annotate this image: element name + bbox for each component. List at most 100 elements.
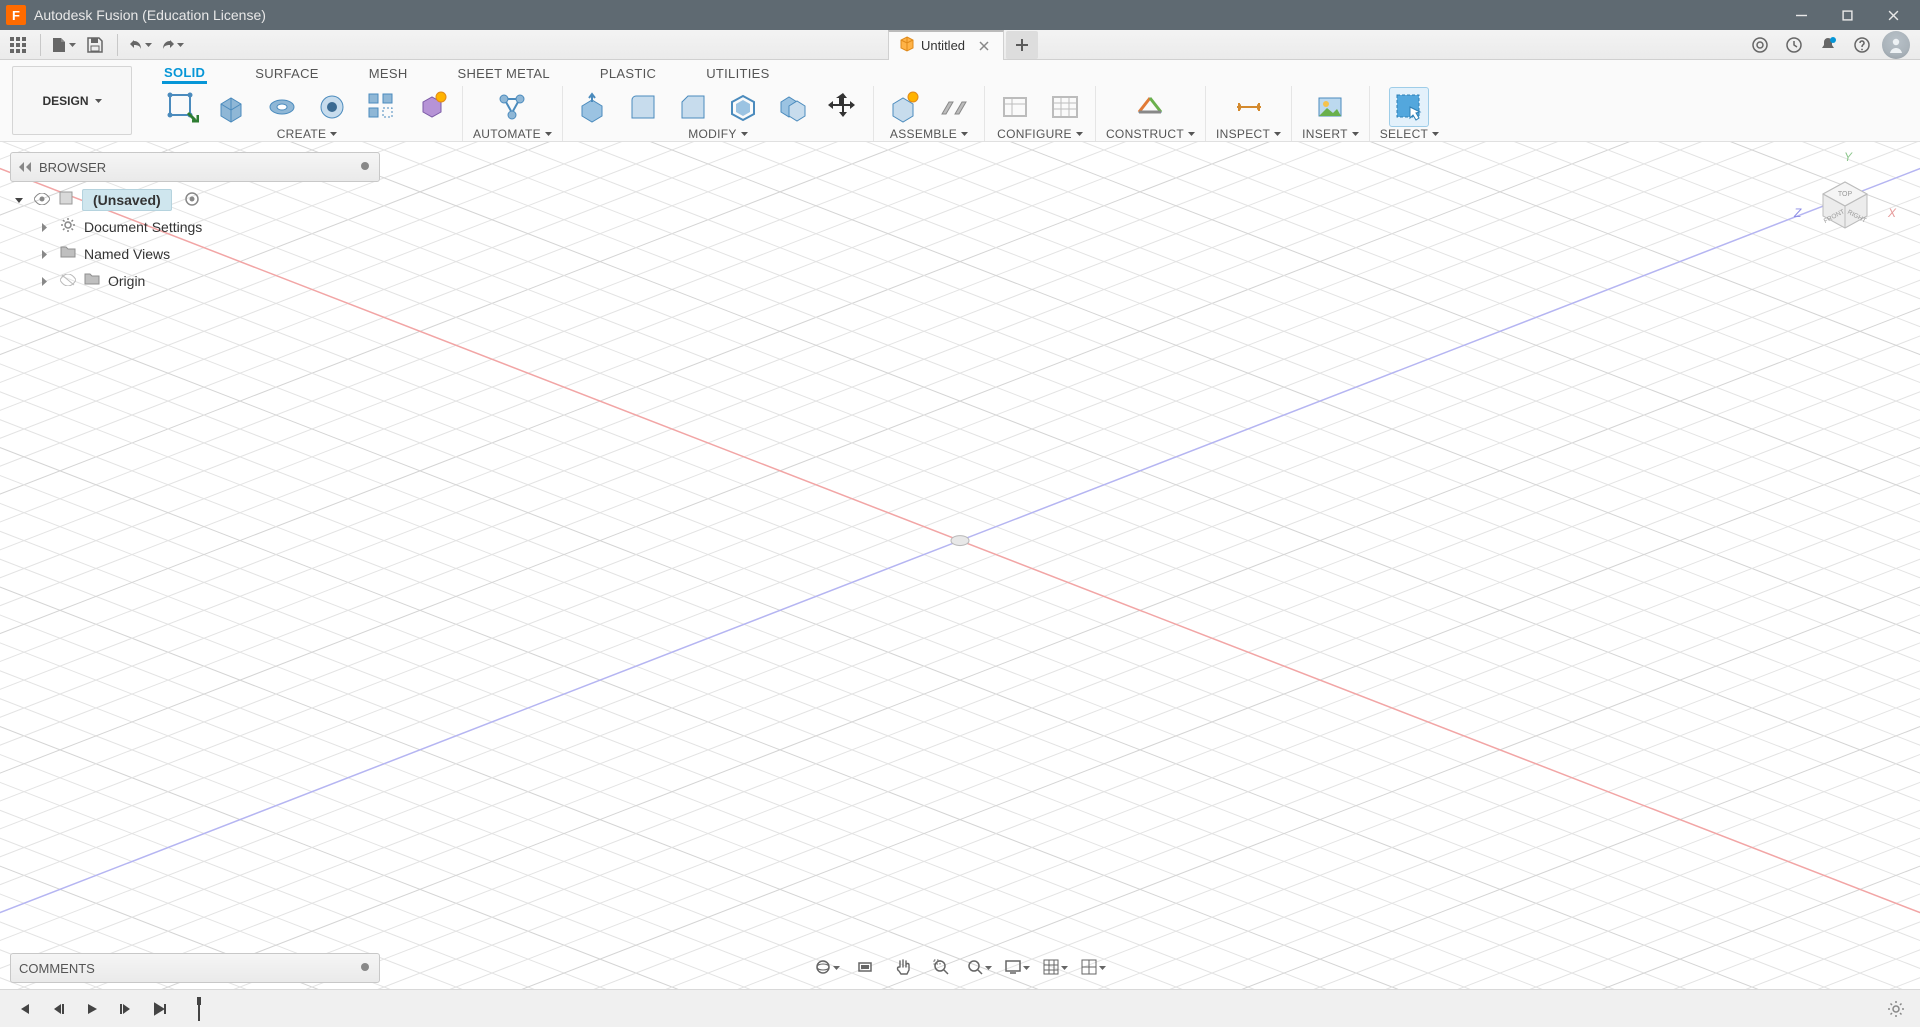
viewcube[interactable]: TOP FRONT RIGHT Z Y X [1800,158,1890,248]
extensions-button[interactable] [1746,31,1774,59]
grid-settings-button[interactable] [1041,953,1069,981]
visibility-off-icon[interactable] [60,273,78,289]
ribbon-group-automate-label[interactable]: AUTOMATE [473,127,552,141]
timeline-start-button[interactable] [12,997,36,1021]
data-panel-button[interactable] [4,32,32,58]
new-tab-button[interactable] [1006,31,1038,59]
browser-tree: (Unsaved) Document Settings Named Views … [10,182,380,298]
ribbon-tab-utilities[interactable]: UTILITIES [704,62,771,84]
orbit-button[interactable] [813,953,841,981]
comments-header[interactable]: COMMENTS [10,953,380,983]
timeline-step-back-button[interactable] [46,997,70,1021]
notifications-button[interactable] [1814,31,1842,59]
new-component-button[interactable] [884,87,924,127]
chamfer-button[interactable] [673,87,713,127]
browser-item-named-views[interactable]: Named Views [10,240,380,267]
automate-button[interactable] [492,87,532,127]
extrude-button[interactable] [212,87,252,127]
window-maximize-button[interactable] [1824,0,1870,30]
workspace-switcher[interactable]: DESIGN [12,66,132,135]
configure-table-button[interactable] [1045,87,1085,127]
hole-button[interactable] [312,87,352,127]
timeline-playhead[interactable] [194,997,202,1021]
ribbon-group-configure-label[interactable]: CONFIGURE [997,127,1083,141]
insert-button[interactable] [1310,87,1350,127]
ribbon-tab-plastic[interactable]: PLASTIC [598,62,658,84]
combine-button[interactable] [773,87,813,127]
pattern-button[interactable] [362,87,402,127]
panel-options-icon[interactable] [359,961,371,976]
expand-triangle-icon[interactable] [40,273,54,289]
revolve-button[interactable] [262,87,302,127]
ribbon-group-assemble: ASSEMBLE [874,86,985,141]
measure-button[interactable] [1229,87,1269,127]
create-form-button[interactable] [412,87,452,127]
zoom-button[interactable] [965,953,993,981]
timeline-end-button[interactable] [148,997,172,1021]
timeline-play-button[interactable] [80,997,104,1021]
document-tab-untitled[interactable]: Untitled [888,30,1004,60]
ribbon-group-construct-label[interactable]: CONSTRUCT [1106,127,1195,141]
shell-button[interactable] [723,87,763,127]
close-tab-button[interactable] [975,37,993,55]
look-at-button[interactable] [851,953,879,981]
ribbon-group-select: SELECT [1370,86,1449,141]
select-button[interactable] [1389,87,1429,127]
display-settings-button[interactable] [1003,953,1031,981]
separator [117,34,118,56]
ribbon-tab-surface[interactable]: SURFACE [253,62,321,84]
move-button[interactable] [823,87,863,127]
fillet-button[interactable] [623,87,663,127]
caret-down-icon [145,37,152,52]
active-component-icon[interactable] [184,191,202,209]
presspull-button[interactable] [573,87,613,127]
ribbon-group-automate: AUTOMATE [463,86,563,141]
ribbon: DESIGN SOLID SURFACE MESH SHEET METAL PL… [0,60,1920,142]
joint-button[interactable] [934,87,974,127]
construct-plane-button[interactable] [1130,87,1170,127]
save-button[interactable] [81,32,109,58]
browser-root-row[interactable]: (Unsaved) [10,186,380,213]
visibility-icon[interactable] [34,192,52,208]
ribbon-group-insert-label[interactable]: INSERT [1302,127,1359,141]
file-menu-button[interactable] [49,32,77,58]
configure-button[interactable] [995,87,1035,127]
redo-button[interactable] [158,32,186,58]
expand-triangle-icon[interactable] [14,192,28,208]
panel-options-icon[interactable] [359,160,371,175]
browser-root-label: (Unsaved) [82,189,172,211]
ribbon-tab-mesh[interactable]: MESH [367,62,410,84]
browser-item-label: Document Settings [84,219,202,235]
timeline-settings-button[interactable] [1884,997,1908,1021]
expand-triangle-icon[interactable] [40,246,54,262]
pan-button[interactable] [889,953,917,981]
axis-y-label: Y [1844,150,1852,164]
viewcube-top-label: TOP [1838,191,1853,198]
window-minimize-button[interactable] [1778,0,1824,30]
undo-button[interactable] [126,32,154,58]
timeline-step-fwd-button[interactable] [114,997,138,1021]
user-avatar-button[interactable] [1882,31,1910,59]
ribbon-group-insert: INSERT [1292,86,1370,141]
zoom-window-button[interactable] [927,953,955,981]
ribbon-group-modify-label[interactable]: MODIFY [688,127,747,141]
job-status-button[interactable] [1780,31,1808,59]
ribbon-group-inspect-label[interactable]: INSPECT [1216,127,1281,141]
ribbon-group-select-label[interactable]: SELECT [1380,127,1439,141]
create-sketch-button[interactable] [162,87,202,127]
timeline-bar [0,989,1920,1027]
help-button[interactable] [1848,31,1876,59]
browser-item-origin[interactable]: Origin [10,267,380,294]
ribbon-group-assemble-label[interactable]: ASSEMBLE [890,127,968,141]
viewport-layout-button[interactable] [1079,953,1107,981]
browser-header[interactable]: BROWSER [10,152,380,182]
ribbon-group-create-label[interactable]: CREATE [277,127,338,141]
browser-item-document-settings[interactable]: Document Settings [10,213,380,240]
browser-item-label: Named Views [84,246,170,262]
document-tab-label: Untitled [921,38,965,53]
ribbon-tab-sheetmetal[interactable]: SHEET METAL [456,62,552,84]
window-close-button[interactable] [1870,0,1916,30]
browser-item-label: Origin [108,273,145,289]
expand-triangle-icon[interactable] [40,219,54,235]
ribbon-tab-solid[interactable]: SOLID [162,61,207,84]
